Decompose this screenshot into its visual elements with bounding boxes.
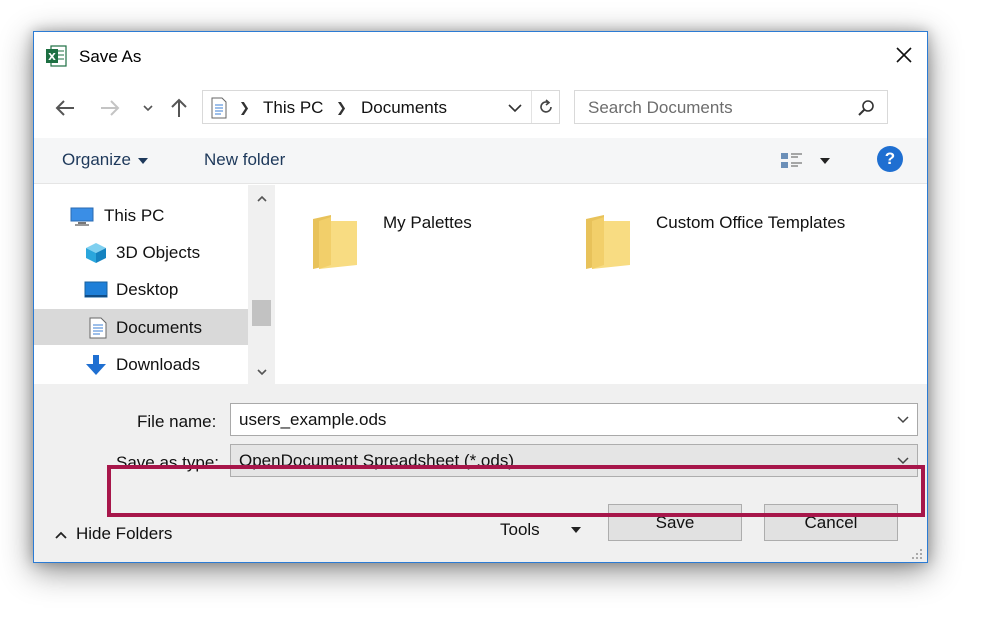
chevron-down-icon: [256, 369, 267, 376]
chevron-down-icon[interactable]: [895, 413, 911, 427]
up-arrow-icon: [171, 98, 187, 117]
scroll-up-button[interactable]: [248, 187, 275, 211]
navigation-pane: This PC 3D Objects Desktop Documents Dow…: [34, 185, 275, 384]
back-button[interactable]: [53, 96, 77, 120]
nav-pane-scrollbar[interactable]: [248, 185, 275, 384]
tools-dropdown-icon[interactable]: [571, 527, 581, 533]
folder-label: Custom Office Templates: [656, 213, 846, 232]
help-icon[interactable]: ?: [877, 146, 903, 172]
save-button[interactable]: Save: [608, 504, 742, 541]
folder-item-custom-office-templates[interactable]: Custom Office Templates: [584, 203, 884, 275]
recent-locations-button[interactable]: [136, 96, 160, 120]
sidebar-item-downloads[interactable]: Downloads: [34, 346, 248, 382]
sidebar-item-documents[interactable]: Documents: [34, 309, 248, 345]
breadcrumb-this-pc[interactable]: This PC: [263, 98, 323, 118]
dialog-title: Save As: [79, 47, 142, 66]
save-options-panel: File name: users_example.ods Save as typ…: [34, 384, 927, 562]
sidebar-item-3d-objects[interactable]: 3D Objects: [34, 234, 248, 270]
folder-item-my-palettes[interactable]: My Palettes: [311, 203, 561, 275]
save-as-type-label: Save as type:: [116, 453, 220, 472]
document-icon: [211, 97, 227, 119]
organize-label: Organize: [62, 150, 131, 169]
tools-menu[interactable]: Tools: [500, 520, 540, 540]
save-as-type-value: OpenDocument Spreadsheet (*.ods): [239, 451, 514, 470]
cancel-button[interactable]: Cancel: [764, 504, 898, 541]
hide-folders-button[interactable]: Hide Folders: [54, 524, 172, 544]
download-icon: [86, 355, 106, 375]
view-options-icon[interactable]: [780, 151, 804, 171]
title-bar: X Save As: [34, 32, 927, 80]
back-arrow-icon: [55, 100, 74, 116]
sidebar-item-label: Downloads: [116, 355, 201, 374]
up-button[interactable]: [167, 96, 191, 120]
scrollbar-thumb[interactable]: [252, 300, 271, 326]
file-name-field[interactable]: users_example.ods: [230, 403, 918, 436]
breadcrumb-separator-icon[interactable]: ❯: [336, 100, 347, 116]
command-bar: Organize New folder: [34, 138, 927, 184]
chevron-down-icon[interactable]: [895, 454, 911, 468]
chevron-up-icon: [55, 531, 67, 539]
file-name-value[interactable]: users_example.ods: [239, 410, 386, 430]
forward-arrow-icon: [101, 100, 120, 116]
search-icon[interactable]: [857, 99, 875, 117]
refresh-icon: [540, 99, 552, 113]
hide-folders-label: Hide Folders: [76, 524, 173, 543]
search-input[interactable]: Search Documents: [588, 98, 733, 118]
organize-menu[interactable]: Organize: [62, 150, 148, 170]
chevron-down-icon: [143, 105, 153, 112]
svg-text:X: X: [48, 52, 56, 63]
dropdown-arrow-icon: [137, 157, 148, 164]
sidebar-item-label: Documents: [116, 318, 202, 337]
folder-icon: [586, 215, 630, 269]
file-name-label: File name:: [137, 412, 217, 431]
view-options-dropdown-icon[interactable]: [820, 158, 830, 164]
sidebar-item-label: Desktop: [116, 280, 179, 299]
breadcrumb-documents[interactable]: Documents: [361, 98, 447, 118]
scroll-down-button[interactable]: [248, 360, 275, 384]
refresh-button[interactable]: [531, 91, 560, 123]
navigation-row: ❯ This PC ❯ Documents Search Documents: [34, 90, 927, 126]
desktop-icon: [84, 281, 108, 298]
sidebar-item-label: This PC: [104, 206, 165, 225]
chevron-down-icon[interactable]: [505, 99, 525, 117]
file-list: My Palettes Custom Office Templates: [275, 185, 927, 384]
sidebar-item-desktop[interactable]: Desktop: [34, 271, 248, 307]
breadcrumb-separator-icon[interactable]: ❯: [239, 100, 250, 116]
sidebar-item-this-pc[interactable]: This PC: [34, 197, 248, 233]
save-as-type-select[interactable]: OpenDocument Spreadsheet (*.ods): [230, 444, 918, 477]
search-box[interactable]: Search Documents: [574, 90, 888, 124]
folder-icon: [313, 215, 357, 269]
document-icon: [89, 317, 107, 339]
resize-grip-icon[interactable]: [911, 548, 923, 560]
close-icon[interactable]: [893, 44, 915, 66]
computer-icon: [70, 207, 94, 226]
folder-label: My Palettes: [383, 213, 472, 232]
chevron-up-icon: [256, 195, 267, 202]
excel-icon: X: [46, 45, 67, 67]
new-folder-button[interactable]: New folder: [204, 150, 285, 170]
forward-button[interactable]: [98, 96, 122, 120]
save-as-dialog: X Save As ❯ This PC ❯ Documents Search D…: [33, 31, 928, 563]
address-bar[interactable]: ❯ This PC ❯ Documents: [202, 90, 560, 124]
cube-icon: [86, 243, 106, 263]
sidebar-item-label: 3D Objects: [116, 243, 201, 262]
